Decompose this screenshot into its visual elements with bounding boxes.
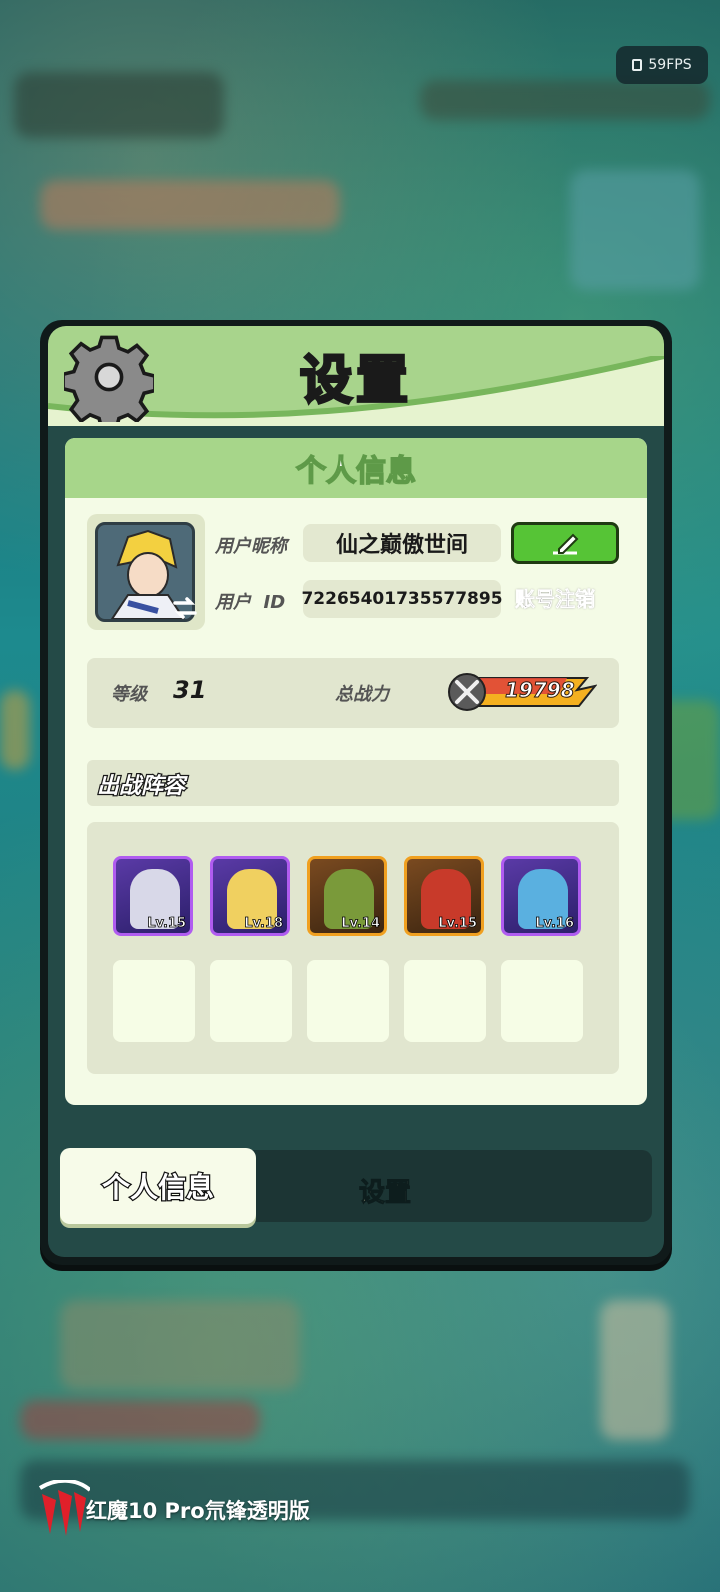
power-badge: 19798 — [447, 672, 597, 712]
empty-slot[interactable] — [307, 960, 389, 1042]
hero-card[interactable]: Lv.16 — [501, 856, 581, 936]
user-id-field: 72265401735577895 — [301, 580, 503, 618]
tab-personal-info[interactable]: 个人信息 — [60, 1148, 256, 1224]
watermark-text: 红魔10 Pro氘锋透明版 — [86, 1499, 310, 1523]
red-magic-logo — [38, 1480, 90, 1536]
section-title: 个人信息 — [65, 438, 647, 498]
fps-counter: 59FPS — [616, 46, 708, 84]
pencil-icon — [553, 533, 579, 555]
hero-card[interactable]: Lv.15 — [113, 856, 193, 936]
device-watermark: 红魔10 Pro氘锋透明版 — [36, 1480, 310, 1540]
personal-info-card: 个人信息 用户昵称 仙之巅傲世间 用户 ID 72265401735577895… — [65, 438, 647, 1105]
power-value: 19798 — [505, 678, 576, 703]
level-label: 等级 — [111, 684, 147, 705]
hero-card[interactable]: Lv.14 — [307, 856, 387, 936]
hero-level: Lv.16 — [535, 916, 575, 932]
empty-slot[interactable] — [113, 960, 195, 1042]
empty-slot[interactable] — [404, 960, 486, 1042]
avatar-frame[interactable] — [87, 514, 205, 630]
level-value: 31 — [173, 676, 207, 704]
tab-settings[interactable]: 设置 — [320, 1170, 450, 1210]
cancel-account-button[interactable]: 账号注销 — [515, 583, 596, 612]
swords-icon — [455, 680, 479, 704]
fps-icon — [632, 59, 643, 71]
empty-slot[interactable] — [210, 960, 292, 1042]
nickname-label: 用户昵称 — [215, 536, 287, 557]
fps-text: 59FPS — [648, 57, 692, 73]
power-label: 总战力 — [335, 684, 389, 705]
dialog-header: 设置 — [48, 326, 664, 426]
hero-level: Lv.18 — [244, 916, 284, 932]
lineup-box: Lv.15 Lv.18 Lv.14 Lv.15 Lv.16 — [87, 822, 619, 1074]
hero-level: Lv.15 — [147, 916, 187, 932]
nickname-field: 仙之巅傲世间 — [303, 524, 501, 562]
dialog-title: 设置 — [298, 350, 412, 413]
edit-nickname-button[interactable] — [511, 522, 619, 564]
settings-dialog: 设置 个人信息 用户昵称 仙之巅傲世间 用户 ID 72265401735577… — [40, 320, 672, 1265]
user-id-label: 用户 ID — [215, 592, 286, 613]
hero-card[interactable]: Lv.18 — [210, 856, 290, 936]
stats-box: 等级 31 总战力 19798 — [87, 658, 619, 728]
swap-icon[interactable] — [171, 594, 199, 622]
hero-card[interactable]: Lv.15 — [404, 856, 484, 936]
hero-level: Lv.15 — [438, 916, 478, 932]
empty-slot[interactable] — [501, 960, 583, 1042]
hero-level: Lv.14 — [341, 916, 381, 932]
lineup-header: 出战阵容 — [87, 760, 619, 806]
lineup-title: 出战阵容 — [96, 773, 187, 801]
